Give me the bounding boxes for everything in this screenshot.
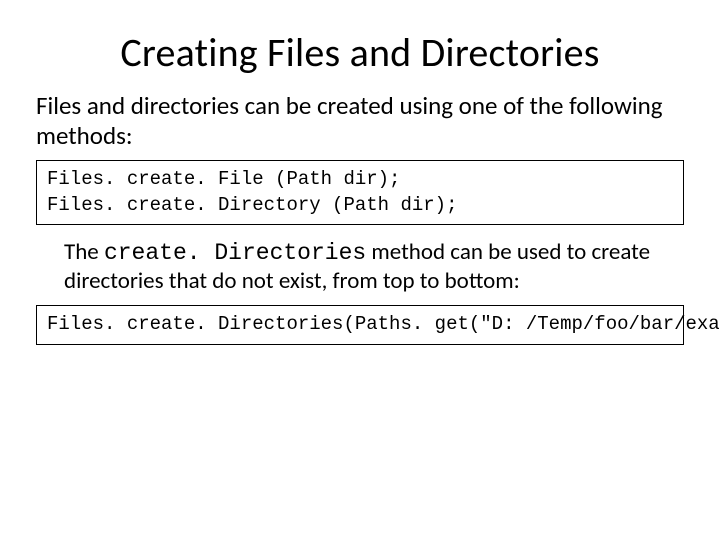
code-box-1: Files. create. File (Path dir); Files. c…	[36, 160, 684, 225]
desc-pre: The	[64, 238, 104, 266]
slide: Creating Files and Directories Files and…	[0, 0, 720, 540]
code-line-1: Files. create. File (Path dir);	[47, 168, 400, 190]
code-line-2: Files. create. Directory (Path dir);	[47, 194, 457, 216]
slide-title: Creating Files and Directories	[28, 28, 692, 77]
code-box-2: Files. create. Directories(Paths. get("D…	[36, 305, 684, 345]
code-line-3: Files. create. Directories(Paths. get("D…	[47, 313, 720, 335]
intro-text: Files and directories can be created usi…	[36, 91, 684, 150]
description-text: The create. Directories method can be us…	[64, 239, 672, 295]
desc-mono: create. Directories	[104, 240, 366, 266]
